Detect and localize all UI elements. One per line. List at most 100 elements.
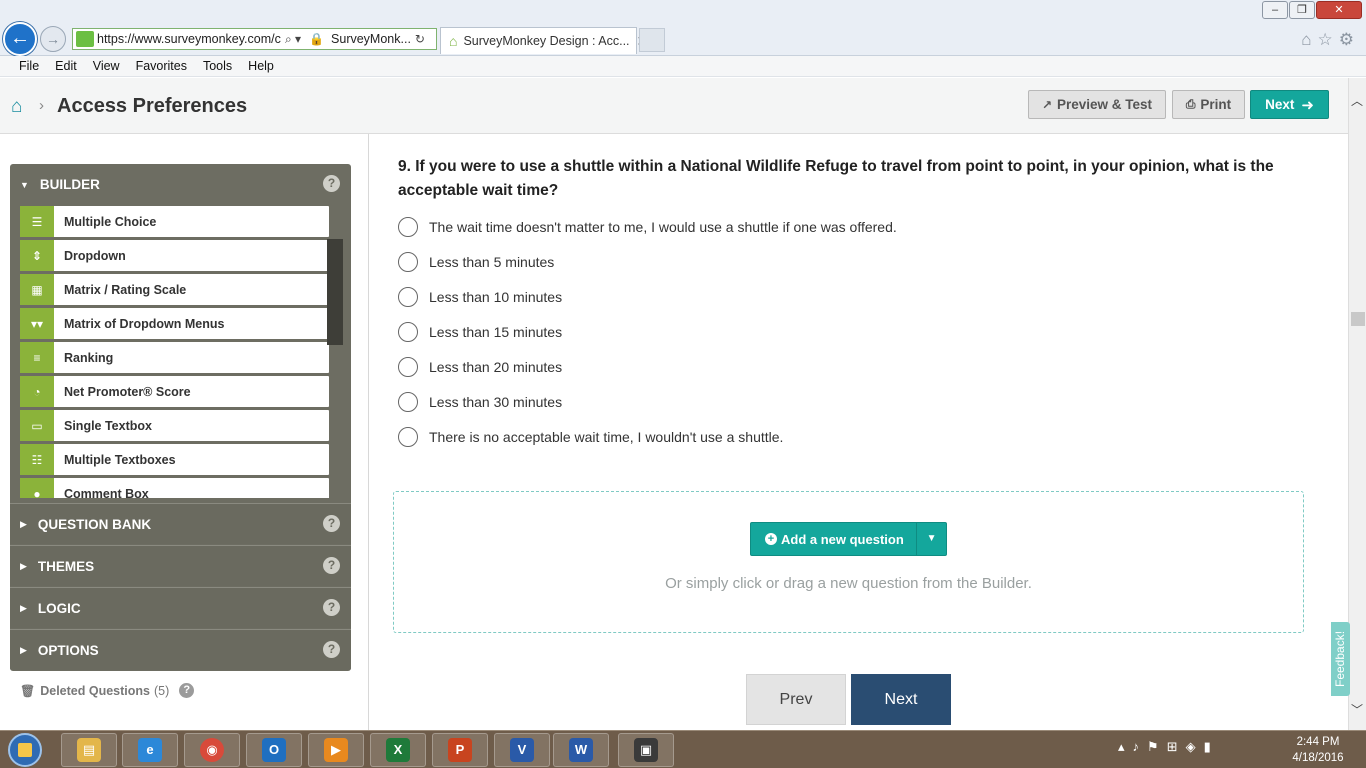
taskbar-outlook[interactable]: O	[246, 733, 302, 767]
builder-item-net-promoter[interactable]: ◔ Net Promoter® Score	[20, 376, 329, 407]
answer-option[interactable]: Less than 15 minutes	[398, 321, 562, 343]
help-icon[interactable]: ?	[179, 683, 195, 698]
question-bank-section[interactable]: ▶ QUESTION BANK ?	[10, 503, 351, 544]
help-icon[interactable]: ?	[323, 557, 340, 574]
question-title[interactable]: 9. If you were to use a shuttle within a…	[398, 155, 1298, 203]
help-icon[interactable]: ?	[323, 515, 340, 532]
browser-tab[interactable]: ⌂ SurveyMonkey Design : Acc... ✕	[440, 27, 648, 54]
logic-section[interactable]: ▶ LOGIC ?	[10, 587, 351, 628]
taskbar-terminal[interactable]: ▣	[618, 733, 674, 767]
radio-button[interactable]	[398, 427, 418, 447]
taskbar-chrome[interactable]: ◉	[184, 733, 240, 767]
answer-option[interactable]: The wait time doesn't matter to me, I wo…	[398, 216, 897, 238]
next-page-button[interactable]: Next	[851, 674, 951, 725]
maximize-button[interactable]: ❐	[1289, 1, 1315, 19]
taskbar-excel[interactable]: X	[370, 733, 426, 767]
folder-icon: ▤	[77, 738, 101, 762]
radio-button[interactable]	[398, 392, 418, 412]
browser-tools[interactable]: ⌂☆⚙	[1301, 30, 1360, 50]
feedback-tab[interactable]: Feedback!	[1331, 622, 1350, 696]
answer-option[interactable]: Less than 20 minutes	[398, 356, 562, 378]
add-question-main[interactable]: + Add a new question	[751, 532, 916, 547]
radio-button[interactable]	[398, 322, 418, 342]
scroll-thumb[interactable]	[1351, 312, 1365, 326]
address-bar[interactable]: https://www.surveymonkey.com/c ⌕ ▾ 🔒 Sur…	[72, 28, 437, 50]
add-question-dropzone[interactable]	[393, 491, 1304, 633]
refresh-icon[interactable]: ↻	[415, 32, 425, 46]
taskbar-visio[interactable]: V	[494, 733, 550, 767]
print-button[interactable]: ⎙ Print	[1172, 90, 1245, 119]
builder-item-multiple-choice[interactable]: ☰ Multiple Choice	[20, 206, 329, 237]
builder-item-ranking[interactable]: ≡ Ranking	[20, 342, 329, 373]
answer-option[interactable]: There is no acceptable wait time, I woul…	[398, 426, 783, 448]
scroll-up-icon[interactable]: ︿	[1351, 92, 1363, 109]
builder-item-label: Matrix / Rating Scale	[64, 282, 187, 297]
chrome-icon: ◉	[200, 738, 224, 762]
menu-favorites[interactable]: Favorites	[136, 59, 187, 73]
taskbar-media[interactable]: ▶	[308, 733, 364, 767]
chevron-up-icon: ▴	[1118, 739, 1133, 754]
builder-item-dropdown[interactable]: ⇕ Dropdown	[20, 240, 329, 271]
forward-button[interactable]: →	[40, 26, 66, 52]
preview-test-button[interactable]: ↗ Preview & Test	[1028, 90, 1166, 119]
add-question-button[interactable]: + Add a new question ▼	[750, 522, 947, 556]
home-icon: ⌂	[1301, 30, 1318, 49]
media-player-icon: ▶	[324, 738, 348, 762]
header-next-button[interactable]: Next ➜	[1250, 90, 1329, 119]
builder-section-header[interactable]: ▼ BUILDER ?	[10, 164, 351, 205]
builder-item-multiple-textboxes[interactable]: ☷ Multiple Textboxes	[20, 444, 329, 475]
caret-right-icon: ▶	[20, 644, 27, 655]
scroll-down-icon[interactable]: ﹀	[1351, 701, 1363, 718]
menu-file[interactable]: File	[19, 59, 39, 73]
answer-option[interactable]: Less than 5 minutes	[398, 251, 554, 273]
radio-button[interactable]	[398, 287, 418, 307]
taskbar-explorer[interactable]: ▤	[61, 733, 117, 767]
address-url[interactable]: https://www.surveymonkey.com/c	[97, 32, 281, 46]
builder-item-label: Matrix of Dropdown Menus	[64, 316, 225, 331]
caret-down-icon[interactable]: ▼	[916, 523, 946, 555]
taskbar-internet-explorer[interactable]: e	[122, 733, 178, 767]
home-icon[interactable]: ⌂	[11, 96, 22, 118]
settings-gear-icon: ⚙	[1338, 30, 1360, 49]
visio-icon: V	[510, 738, 534, 762]
radio-button[interactable]	[398, 357, 418, 377]
menu-help[interactable]: Help	[248, 59, 274, 73]
close-window-button[interactable]: ✕	[1316, 1, 1362, 19]
themes-section[interactable]: ▶ THEMES ?	[10, 545, 351, 586]
answer-option-label: Less than 15 minutes	[429, 324, 563, 340]
menu-view[interactable]: View	[93, 59, 120, 73]
add-question-hint: Or simply click or drag a new question f…	[665, 575, 1032, 592]
help-icon[interactable]: ?	[323, 641, 340, 658]
app-header: ⌂ › Access Preferences ↗ Preview & Test …	[0, 78, 1348, 134]
help-icon[interactable]: ?	[323, 175, 340, 192]
help-icon[interactable]: ?	[323, 599, 340, 616]
builder-item-matrix-dropdown[interactable]: ▾▾ Matrix of Dropdown Menus	[20, 308, 329, 339]
radio-button[interactable]	[398, 252, 418, 272]
builder-scrollbar[interactable]	[327, 239, 343, 345]
new-tab-button[interactable]	[639, 28, 665, 52]
builder-item-matrix-rating-scale[interactable]: ▦ Matrix / Rating Scale	[20, 274, 329, 305]
section-label: OPTIONS	[37, 642, 99, 658]
deleted-questions-count: (5)	[153, 683, 170, 698]
system-clock[interactable]: 2:44 PM 4/18/2016	[1290, 734, 1346, 766]
builder-item-comment-box[interactable]: ● Comment Box	[20, 478, 329, 498]
taskbar-word[interactable]: W	[553, 733, 609, 767]
page-scrollbar[interactable]: ︿ ﹀	[1348, 78, 1366, 730]
minimize-button[interactable]: –	[1262, 1, 1288, 19]
search-icon[interactable]: ⌕ ▾	[285, 32, 301, 47]
menu-edit[interactable]: Edit	[55, 59, 77, 73]
start-button[interactable]	[8, 733, 42, 767]
lock-icon[interactable]: 🔒	[309, 32, 324, 46]
back-button[interactable]: ←	[3, 22, 37, 56]
system-tray[interactable]: ▴♪⚑⊞◈▮	[1118, 739, 1219, 755]
answer-option[interactable]: Less than 10 minutes	[398, 286, 562, 308]
taskbar-powerpoint[interactable]: P	[432, 733, 488, 767]
builder-item-single-textbox[interactable]: ▭ Single Textbox	[20, 410, 329, 441]
site-identity[interactable]: SurveyMonk...	[331, 32, 411, 46]
radio-button[interactable]	[398, 217, 418, 237]
menu-tools[interactable]: Tools	[203, 59, 232, 73]
prev-page-button[interactable]: Prev	[746, 674, 846, 725]
deleted-questions-link[interactable]: 🗑 Deleted Questions (5) ?	[20, 683, 195, 698]
options-section[interactable]: ▶ OPTIONS ?	[10, 629, 351, 670]
answer-option[interactable]: Less than 30 minutes	[398, 391, 562, 413]
